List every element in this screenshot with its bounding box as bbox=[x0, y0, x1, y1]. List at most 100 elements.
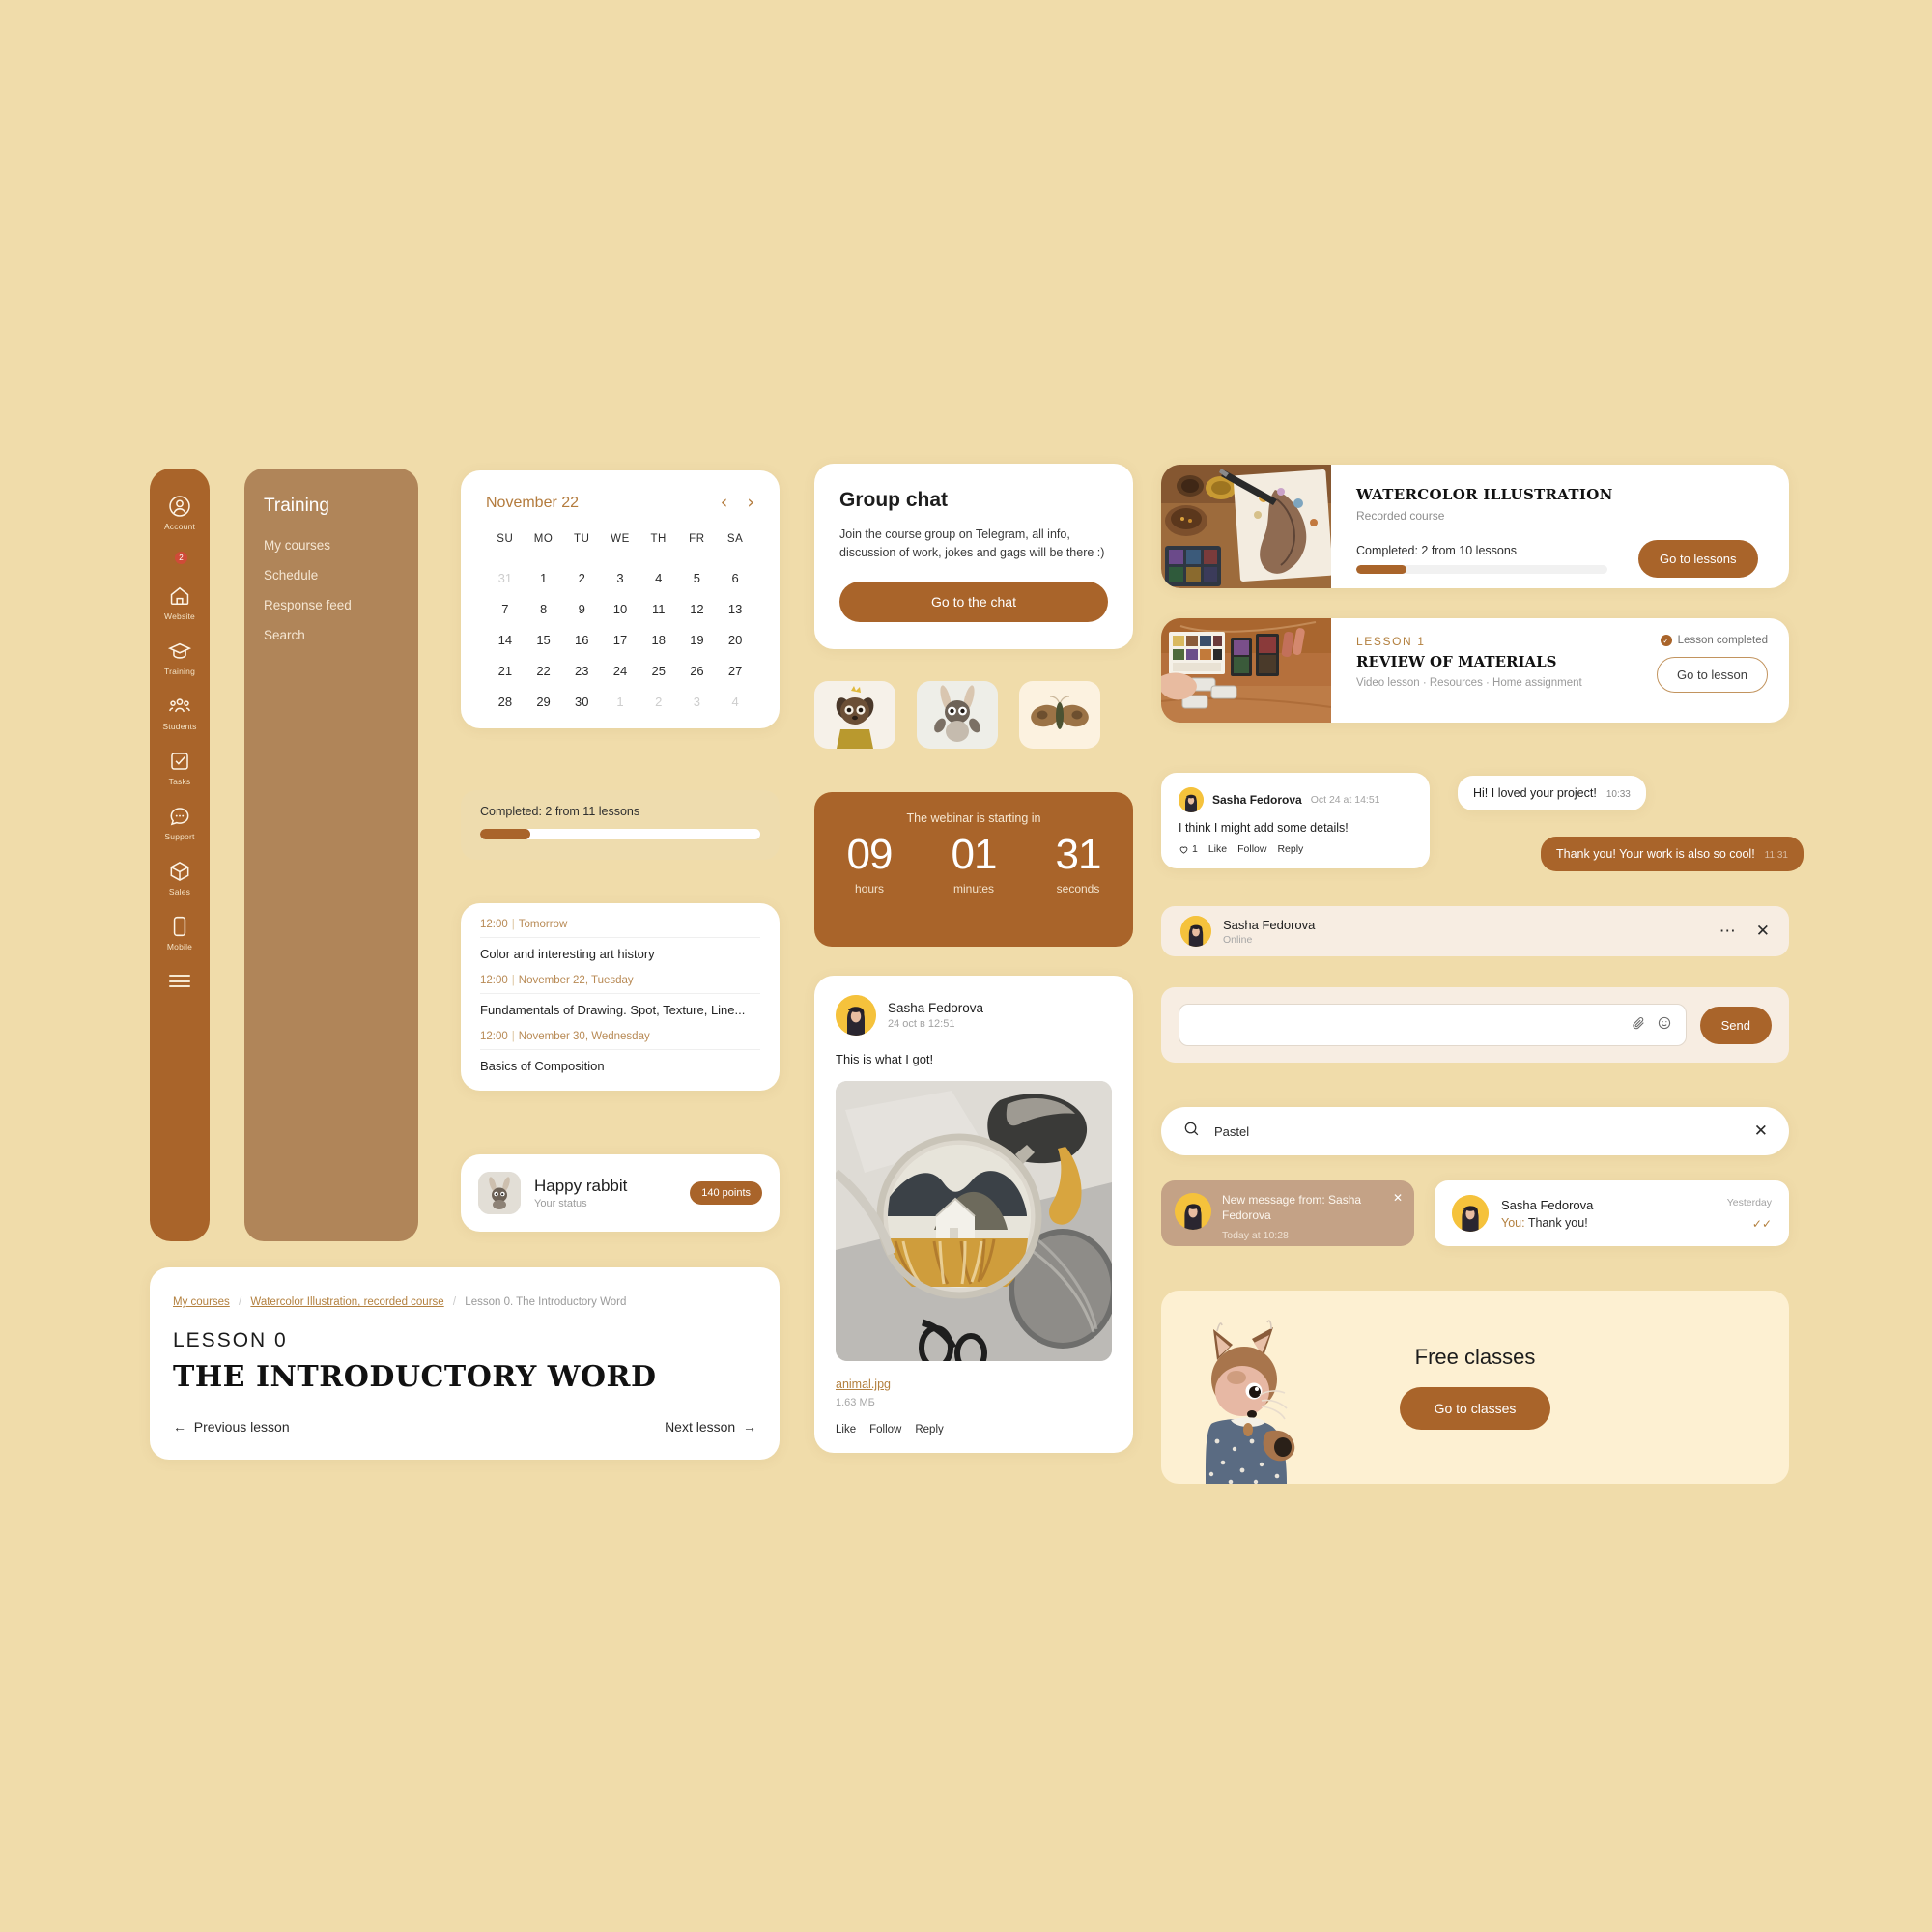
calendar-day[interactable]: 27 bbox=[716, 664, 754, 678]
nav-link-response-feed[interactable]: Response feed bbox=[264, 598, 399, 612]
comment-author: Sasha Fedorova bbox=[1212, 793, 1302, 807]
calendar-day[interactable]: 6 bbox=[716, 571, 754, 585]
calendar-day[interactable]: 2 bbox=[562, 571, 601, 585]
page-title: THE INTRODUCTORY WORD bbox=[173, 1360, 657, 1394]
nav-link-schedule[interactable]: Schedule bbox=[264, 568, 399, 582]
sidebar-item-sales[interactable]: Sales bbox=[167, 859, 192, 896]
clear-search-icon[interactable]: ✕ bbox=[1754, 1122, 1768, 1141]
sidebar-item-training[interactable]: Training bbox=[164, 639, 195, 676]
calendar-day[interactable]: 28 bbox=[486, 695, 525, 709]
calendar-day[interactable]: 19 bbox=[678, 633, 717, 647]
paperclip-icon[interactable] bbox=[1631, 1015, 1646, 1035]
previous-lesson-button[interactable]: ← Previous lesson bbox=[173, 1419, 290, 1435]
calendar-day[interactable]: 3 bbox=[678, 695, 717, 709]
calendar-day[interactable]: 5 bbox=[678, 571, 717, 585]
calendar-day[interactable]: 11 bbox=[639, 602, 678, 616]
sticker-row bbox=[814, 681, 1133, 749]
post-reply-button[interactable]: Reply bbox=[915, 1424, 943, 1435]
post-attachment-link[interactable]: animal.jpg bbox=[836, 1378, 1112, 1391]
schedule-row[interactable]: 12:00 | November 30, Wednesday Basics of Co… bbox=[480, 1031, 760, 1073]
embroidery-photo[interactable] bbox=[836, 1081, 1112, 1361]
sidebar-item-account[interactable]: Account bbox=[164, 494, 195, 531]
search-input[interactable] bbox=[1214, 1123, 1741, 1139]
calendar-day[interactable]: 22 bbox=[525, 664, 563, 678]
smiley-icon[interactable] bbox=[1657, 1015, 1672, 1035]
sidebar-label-support: Support bbox=[164, 832, 195, 841]
sidebar-label-training: Training bbox=[164, 667, 195, 676]
calendar-day[interactable]: 20 bbox=[716, 633, 754, 647]
calendar-day[interactable]: 7 bbox=[486, 602, 525, 616]
more-dots-icon[interactable]: ⋯ bbox=[1719, 923, 1737, 939]
comment-like-button[interactable]: Like bbox=[1208, 843, 1227, 855]
close-icon[interactable]: ✕ bbox=[1756, 922, 1770, 941]
post-follow-button[interactable]: Follow bbox=[869, 1424, 901, 1435]
calendar-day[interactable]: 13 bbox=[716, 602, 754, 616]
go-to-lesson-button[interactable]: Go to lesson bbox=[1657, 657, 1768, 693]
dialog-preview-prefix: You: bbox=[1501, 1215, 1525, 1230]
heart-icon[interactable]: 1 bbox=[1179, 843, 1198, 855]
message-input[interactable] bbox=[1193, 1017, 1631, 1033]
dog-sticker[interactable] bbox=[814, 681, 895, 749]
calendar-day[interactable]: 25 bbox=[639, 664, 678, 678]
calendar-day[interactable]: 14 bbox=[486, 633, 525, 647]
calendar-day[interactable]: 30 bbox=[562, 695, 601, 709]
sidebar-label-tasks: Tasks bbox=[168, 777, 191, 786]
countdown-seconds-value: 31 bbox=[1055, 831, 1102, 878]
schedule-row[interactable]: 12:00 | Tomorrow Color and interesting art … bbox=[480, 919, 760, 975]
moth-sticker[interactable] bbox=[1019, 681, 1100, 749]
schedule-time: 12:00 bbox=[480, 975, 508, 986]
calendar-day[interactable]: 26 bbox=[678, 664, 717, 678]
comment-follow-button[interactable]: Follow bbox=[1237, 843, 1266, 855]
hamburger-icon[interactable] bbox=[169, 975, 190, 987]
calendar-day[interactable]: 2 bbox=[639, 695, 678, 709]
calendar-day[interactable]: 8 bbox=[525, 602, 563, 616]
next-lesson-button[interactable]: Next lesson → bbox=[665, 1419, 756, 1435]
calendar-day[interactable]: 16 bbox=[562, 633, 601, 647]
calendar-day[interactable]: 23 bbox=[562, 664, 601, 678]
calendar-day[interactable]: 3 bbox=[601, 571, 639, 585]
go-to-lessons-button[interactable]: Go to lessons bbox=[1638, 540, 1758, 578]
rabbit-sticker[interactable] bbox=[917, 681, 998, 749]
outgoing-bubble-time: 11:31 bbox=[1764, 850, 1788, 861]
avatar bbox=[836, 995, 876, 1036]
post-like-button[interactable]: Like bbox=[836, 1424, 856, 1435]
sidebar-item-mobile[interactable]: Mobile bbox=[167, 914, 192, 952]
go-to-classes-button[interactable]: Go to classes bbox=[1399, 1387, 1551, 1430]
double-check-icon: ✓✓ bbox=[1751, 1216, 1772, 1231]
calendar-day[interactable]: 31 bbox=[486, 571, 525, 585]
close-icon[interactable]: ✕ bbox=[1393, 1191, 1403, 1205]
calendar-day[interactable]: 29 bbox=[525, 695, 563, 709]
dialog-list-item[interactable]: Sasha Fedorova You: Thank you! Yesterday… bbox=[1435, 1180, 1789, 1246]
sidebar-item-tasks[interactable]: Tasks bbox=[167, 749, 192, 786]
calendar-day[interactable]: 12 bbox=[678, 602, 717, 616]
calendar-day[interactable]: 17 bbox=[601, 633, 639, 647]
like-count: 1 bbox=[1192, 843, 1198, 855]
nav-link-my-courses[interactable]: My courses bbox=[264, 538, 399, 553]
breadcrumb-link-course[interactable]: Watercolor Illustration, recorded course bbox=[250, 1296, 443, 1308]
calendar-day[interactable]: 18 bbox=[639, 633, 678, 647]
calendar-day[interactable]: 10 bbox=[601, 602, 639, 616]
calendar-day[interactable]: 4 bbox=[639, 571, 678, 585]
send-button[interactable]: Send bbox=[1699, 1006, 1772, 1044]
calendar-day[interactable]: 9 bbox=[562, 602, 601, 616]
sidebar-item-support[interactable]: Support bbox=[164, 804, 194, 841]
status-text-block: Happy rabbit Your status bbox=[534, 1177, 627, 1209]
comment-reply-button[interactable]: Reply bbox=[1277, 843, 1303, 855]
calendar-day[interactable]: 15 bbox=[525, 633, 563, 647]
calendar-day[interactable]: 24 bbox=[601, 664, 639, 678]
calendar-day[interactable]: 1 bbox=[525, 571, 563, 585]
schedule-row[interactable]: 12:00 | November 22, Tuesday Fundamentals o… bbox=[480, 975, 760, 1031]
chevron-left-icon[interactable]: ‹ bbox=[721, 494, 728, 512]
chevron-right-icon[interactable]: › bbox=[747, 494, 754, 512]
sidebar-item-notifications[interactable]: 2 bbox=[172, 549, 191, 582]
calendar-day[interactable]: 1 bbox=[601, 695, 639, 709]
nav-link-search[interactable]: Search bbox=[264, 628, 399, 642]
calendar-day[interactable]: 4 bbox=[716, 695, 754, 709]
go-to-chat-button[interactable]: Go to the chat bbox=[839, 581, 1108, 622]
sidebar-item-website[interactable]: Website bbox=[164, 583, 195, 621]
message-input-wrapper[interactable] bbox=[1179, 1004, 1687, 1046]
sidebar-item-students[interactable]: Students bbox=[162, 694, 196, 731]
training-panel-title: Training bbox=[264, 496, 329, 516]
breadcrumb-link-my-courses[interactable]: My courses bbox=[173, 1296, 230, 1308]
calendar-day[interactable]: 21 bbox=[486, 664, 525, 678]
